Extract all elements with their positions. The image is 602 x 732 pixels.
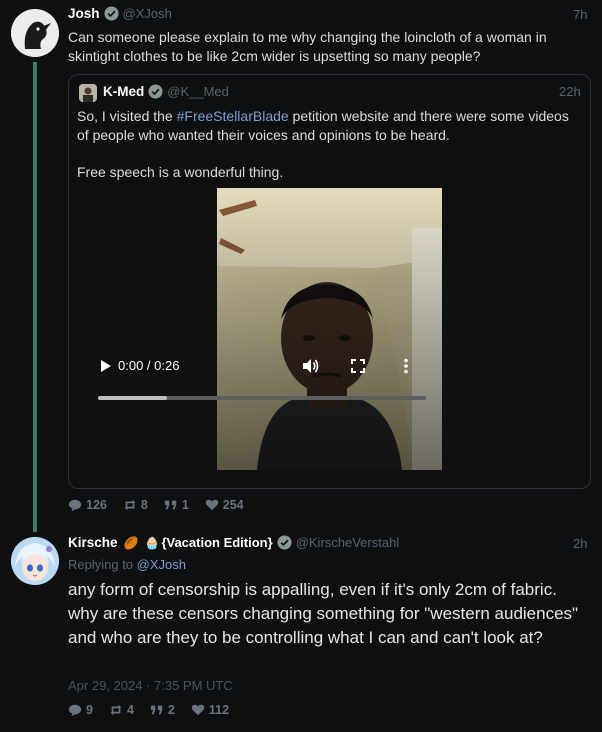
reply-header: Kirsche 🏉 🧁 {Vacation Edition} @KirscheV… bbox=[68, 535, 399, 550]
hashtag-link[interactable]: #FreeStellarBlade bbox=[177, 108, 289, 124]
quoted-text-start: So, I visited the bbox=[77, 108, 177, 124]
rugby-ball-icon: 🏉 bbox=[123, 535, 139, 550]
josh-avatar[interactable] bbox=[11, 9, 59, 57]
replying-mention[interactable]: @XJosh bbox=[137, 557, 186, 572]
replying-label: Replying to bbox=[68, 557, 134, 572]
fullscreen-icon[interactable] bbox=[351, 359, 365, 373]
more-options-icon[interactable] bbox=[404, 358, 408, 374]
quote-count-value: 1 bbox=[181, 498, 189, 512]
reply-author-name[interactable]: Kirsche bbox=[68, 535, 118, 550]
like-count[interactable]: 112 bbox=[191, 703, 229, 717]
video-progress-fill bbox=[98, 396, 167, 400]
video-controls: 0:00 / 0:26 bbox=[80, 355, 441, 413]
heart-icon bbox=[191, 704, 205, 716]
reply-count-value: 9 bbox=[86, 703, 93, 717]
cupcake-icon: 🧁 bbox=[144, 535, 160, 550]
like-count[interactable]: 254 bbox=[205, 498, 244, 512]
quoted-tweet-text-2: Free speech is a wonderful thing. bbox=[77, 164, 284, 180]
heart-icon bbox=[205, 499, 218, 511]
quote-icon bbox=[150, 705, 163, 715]
retweet-icon bbox=[124, 499, 136, 511]
quoted-tweet-header: K-Med @K__Med bbox=[103, 84, 229, 99]
main-tweet-header: Josh @XJosh bbox=[68, 6, 172, 21]
reply-text: any form of censorship is appalling, eve… bbox=[68, 580, 579, 647]
quote-count-value: 2 bbox=[167, 703, 175, 717]
quoted-tweet-time[interactable]: 22h bbox=[559, 84, 581, 99]
reply-stats: 9 4 2 112 bbox=[68, 703, 229, 717]
reply-time[interactable]: 2h bbox=[573, 536, 587, 551]
quoted-author-handle[interactable]: @K__Med bbox=[167, 84, 229, 99]
kirsche-avatar[interactable] bbox=[11, 537, 59, 585]
replying-to: Replying to @XJosh bbox=[68, 557, 186, 572]
author-name[interactable]: Josh bbox=[68, 6, 100, 21]
retweet-count-value: 4 bbox=[126, 703, 134, 717]
quote-count[interactable]: 2 bbox=[150, 703, 175, 717]
play-icon[interactable] bbox=[100, 359, 112, 373]
volume-icon[interactable] bbox=[302, 358, 320, 374]
reply-author-handle[interactable]: @KirscheVerstahl bbox=[296, 535, 400, 550]
retweet-icon bbox=[110, 704, 122, 716]
quoted-author-name[interactable]: K-Med bbox=[103, 84, 144, 99]
quoted-tweet[interactable]: K-Med @K__Med 22h So, I visited the #Fre… bbox=[68, 74, 591, 489]
verified-badge-icon bbox=[148, 84, 163, 99]
reply-count-value: 126 bbox=[86, 498, 107, 512]
reply-author-name-suffix[interactable]: {Vacation Edition} bbox=[161, 535, 272, 550]
video-player[interactable] bbox=[217, 188, 442, 470]
retweet-count-value: 8 bbox=[140, 498, 148, 512]
kmed-avatar[interactable] bbox=[79, 84, 97, 102]
quote-count[interactable]: 1 bbox=[164, 498, 189, 512]
retweet-count[interactable]: 4 bbox=[109, 703, 134, 717]
quoted-tweet-text: So, I visited the #FreeStellarBlade peti… bbox=[77, 107, 582, 145]
author-handle[interactable]: @XJosh bbox=[123, 6, 172, 21]
like-count-value: 112 bbox=[208, 703, 230, 717]
quote-icon bbox=[164, 500, 177, 510]
verified-badge-icon bbox=[103, 6, 119, 21]
reply-count[interactable]: 9 bbox=[68, 703, 93, 717]
main-tweet-stats: 126 8 1 254 bbox=[68, 498, 244, 512]
thread-line bbox=[33, 62, 37, 532]
reply-date[interactable]: Apr 29, 2024 · 7:35 PM UTC bbox=[68, 678, 233, 693]
video-time: 0:00 / 0:26 bbox=[118, 358, 180, 373]
like-count-value: 254 bbox=[222, 498, 244, 512]
tweet-text: Can someone please explain to me why cha… bbox=[68, 29, 547, 64]
tweet-time[interactable]: 7h bbox=[573, 7, 587, 22]
comment-icon bbox=[68, 499, 82, 512]
retweet-count[interactable]: 8 bbox=[123, 498, 148, 512]
verified-badge-icon bbox=[277, 535, 292, 550]
comment-icon bbox=[68, 704, 82, 717]
video-frame bbox=[217, 188, 442, 470]
video-progress-bar[interactable] bbox=[98, 396, 426, 400]
reply-count[interactable]: 126 bbox=[68, 498, 107, 512]
